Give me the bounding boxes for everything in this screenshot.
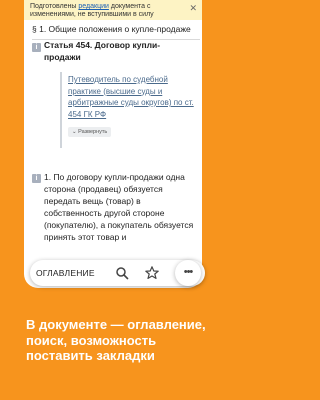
info-icon[interactable]: i: [32, 174, 41, 183]
search-icon[interactable]: [114, 265, 130, 281]
notice-text: Подготовлены: [30, 3, 79, 10]
phone-screen: Подготовлены редакции документа с измене…: [24, 0, 202, 288]
edition-notice: Подготовлены редакции документа с измене…: [24, 0, 202, 20]
expand-button[interactable]: ⌄ Развернуть: [68, 127, 112, 137]
more-button[interactable]: •••: [175, 260, 201, 286]
editions-link[interactable]: редакции: [78, 3, 109, 10]
practice-guide-box: Путеводитель по судебной практике (высши…: [60, 72, 198, 148]
practice-guide-link[interactable]: Путеводитель по судебной практике (высши…: [68, 74, 198, 120]
section-heading: § 1. Общие положения о купле-продаже: [32, 24, 200, 40]
article-title: Статья 454. Договор купли-продажи: [44, 40, 161, 62]
promo-caption: В документе — оглавление, поиск, возможн…: [26, 317, 206, 363]
toc-button[interactable]: ОГЛАВЛЕНИЕ: [36, 268, 95, 278]
star-icon[interactable]: [144, 265, 160, 281]
article-paragraph: 1. По договору купли-продажи одна сторон…: [44, 172, 194, 242]
close-icon[interactable]: ✕: [189, 4, 197, 13]
info-icon[interactable]: i: [32, 43, 41, 52]
